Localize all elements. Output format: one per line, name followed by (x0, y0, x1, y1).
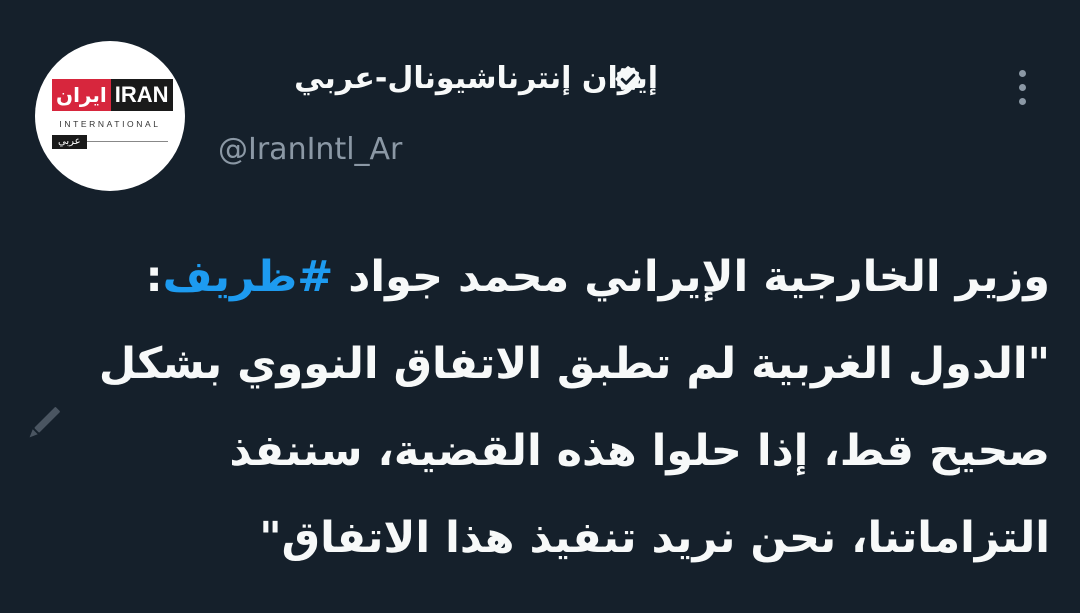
hashtag-link[interactable]: #ظريف (163, 252, 334, 302)
more-dot (1019, 70, 1026, 77)
more-dot (1019, 98, 1026, 105)
tweet-card: ايران IRAN INTERNATIONAL عربي إيران إنتر… (0, 0, 1080, 613)
avatar[interactable]: ايران IRAN INTERNATIONAL عربي (35, 41, 185, 191)
verified-badge-icon (615, 65, 641, 92)
pencil-icon[interactable] (12, 393, 74, 455)
logo-latin-text: IRAN (110, 79, 173, 111)
more-options-icon[interactable] (1008, 66, 1038, 110)
logo-sub-text: عربي (52, 135, 87, 149)
tweet-text-colon: : (145, 252, 163, 302)
account-handle[interactable]: @IranIntl_Ar (218, 130, 402, 170)
more-dot (1019, 84, 1026, 91)
iran-international-logo: ايران IRAN (52, 79, 173, 111)
logo-tagline: INTERNATIONAL (59, 119, 161, 129)
tweet-text-intro: وزير الخارجية الإيراني محمد جواد (333, 252, 1050, 302)
logo-arabic-text: ايران (52, 79, 111, 111)
tweet-text-quote: "الدول الغربية لم تطبق الاتفاق النووي بش… (98, 339, 1050, 563)
display-name[interactable]: إيران إنترناشيونال-عربي (218, 56, 658, 102)
tweet-text: وزير الخارجية الإيراني محمد جواد #ظريف: … (95, 234, 1050, 582)
logo-sub-badge: عربي (52, 135, 87, 149)
